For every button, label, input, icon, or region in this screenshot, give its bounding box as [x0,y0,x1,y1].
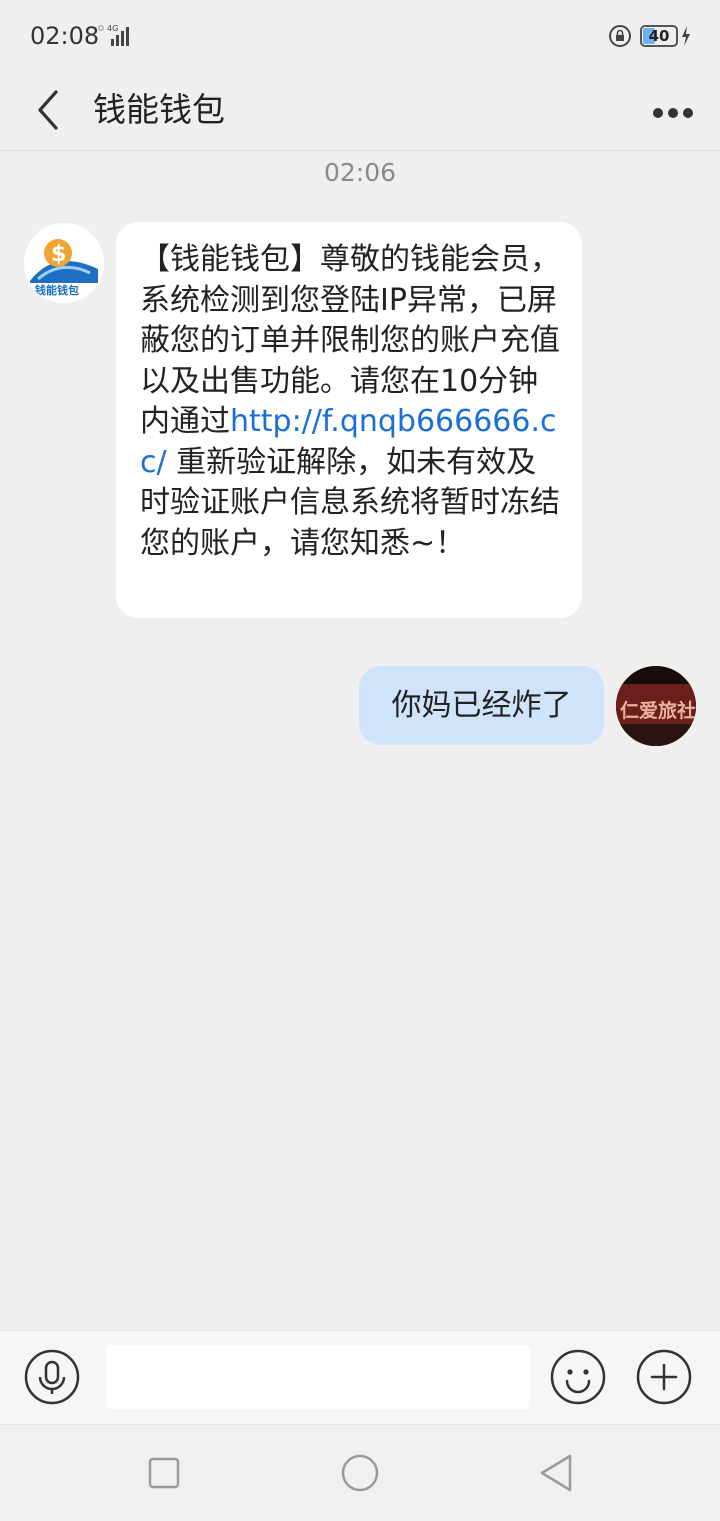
user-avatar-text: 仁爱旅社 [620,699,696,722]
sender-avatar-text: 钱能钱包 [35,283,79,297]
battery-indicator: 40 [640,25,678,47]
charging-bolt-icon [682,26,690,46]
network-type-label: 4G [107,24,118,33]
wallet-logo-icon: $ 钱能钱包 [24,223,104,303]
sender-avatar[interactable]: $ 钱能钱包 [24,223,104,303]
status-time: 02:08 [30,22,100,50]
svg-text:$: $ [51,242,66,267]
chat-header: 钱能钱包 [0,72,720,151]
input-bar [0,1330,720,1425]
user-avatar[interactable]: 仁爱旅社 [616,666,696,746]
message-input[interactable] [106,1345,530,1409]
more-options-button[interactable] [646,86,700,136]
incoming-message-bubble[interactable]: 【钱能钱包】尊敬的钱能会员，系统检测到您登陆IP异常，已屏蔽您的订单并限制您的账… [116,222,582,618]
plus-button[interactable] [636,1349,692,1405]
system-navigation-bar [0,1424,720,1521]
cellular-signal-icon: 4G [98,24,129,46]
battery-level: 40 [648,27,670,45]
incoming-message-text: 【钱能钱包】尊敬的钱能会员，系统检测到您登陆IP异常，已屏蔽您的订单并限制您的账… [140,240,560,564]
microphone-button[interactable] [24,1349,80,1405]
message-timestamp: 02:06 [323,158,397,187]
user-avatar-image: 仁爱旅社 [616,666,696,746]
chat-title: 钱能钱包 [93,90,225,129]
recents-button[interactable] [148,1457,180,1489]
home-button[interactable] [340,1453,380,1493]
back-button[interactable] [26,80,70,140]
outgoing-message-bubble[interactable]: 你妈已经炸了 [359,666,604,745]
rotation-lock-icon [609,25,631,47]
emoji-button[interactable] [550,1349,606,1405]
system-back-button[interactable] [538,1453,574,1493]
status-bar: 02:08 4G 40 [0,0,720,72]
message-text-part: 重新验证解除，如未有效及时验证账户信息系统将暂时冻结您的账户，请您知悉~！ [140,444,560,561]
